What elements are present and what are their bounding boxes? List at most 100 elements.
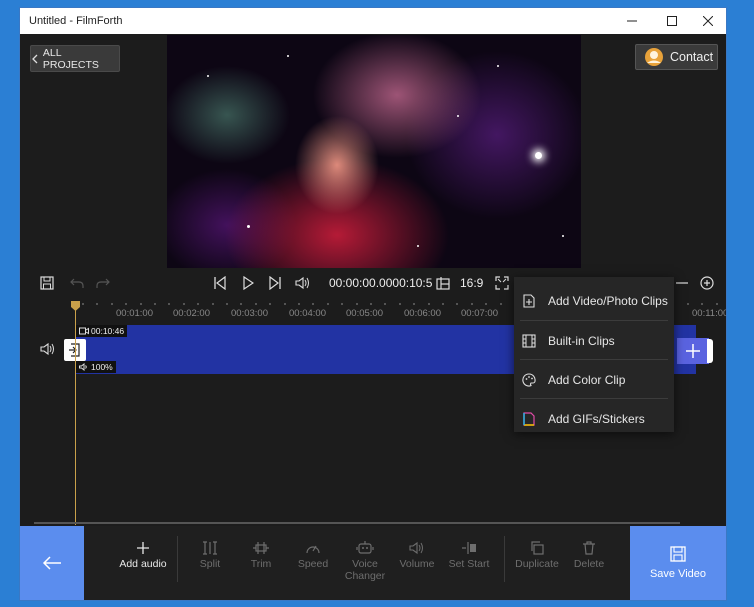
skip-forward-button[interactable] [265,274,285,292]
add-clip-button[interactable] [677,338,709,364]
speaker-icon [295,276,309,290]
delete-button[interactable]: Delete [562,538,616,570]
all-projects-label: ALL PROJECTS [42,46,99,71]
star [497,65,499,67]
zoom-in-icon [700,276,714,290]
ruler-dot [211,303,214,305]
set-start-button[interactable]: Set Start [442,538,496,570]
save-video-label: Save Video [649,568,707,580]
speaker-icon [40,342,54,356]
star [417,245,419,247]
playhead[interactable] [75,303,76,525]
ruler-dot [283,303,286,305]
redo-button[interactable] [93,274,113,292]
play-button[interactable] [238,274,258,292]
ruler-dot [427,303,430,305]
ruler-dot [96,303,99,305]
tick-label: 00:11:00 [692,308,727,319]
clip-duration: 00:10:46 [91,326,125,336]
ruler-dot [110,303,113,305]
menu-item-add-color-clip[interactable]: Add Color Clip [514,360,674,399]
menu-item-label: Built-in Clips [548,333,615,348]
speaker-icon [409,541,423,555]
app-window: Untitled - FilmForth ALL PROJECTS Contac… [19,7,727,601]
minus-icon [676,282,688,284]
undo-icon [70,278,84,288]
aspect-ratio-button[interactable] [433,274,453,292]
tool-label: Delete [573,558,605,570]
ruler-dot [326,303,329,305]
contact-button[interactable]: Contact [635,44,718,70]
tool-label: Split [199,558,221,570]
ruler-dot [240,303,243,305]
timeline-scrollbar[interactable] [34,522,680,524]
ruler-dot [154,303,156,305]
ruler-dot [269,303,272,305]
undo-button[interactable] [67,274,87,292]
menu-item-add-gifs-stickers[interactable]: Add GIFs/Stickers [514,399,674,438]
timecode: 00:00:00.0000:10:5 [329,276,433,290]
star [457,115,459,117]
back-button[interactable] [20,526,84,600]
skip-back-button[interactable] [210,274,230,292]
ruler-dot [485,303,488,305]
zoom-out-button[interactable] [672,274,692,292]
play-icon [243,276,254,290]
split-button[interactable]: Split [183,538,237,570]
arrow-left-icon [42,556,61,570]
ruler-dot [182,303,185,305]
all-projects-button[interactable]: ALL PROJECTS [30,45,120,72]
avatar-icon [645,48,663,66]
tick-label: 00:05:00 [346,308,383,319]
volume-tool-button[interactable]: Volume [390,538,444,570]
aspect-ratio-icon [436,277,450,290]
ruler-dot [298,303,300,305]
ruler-dot [470,303,473,305]
menu-item-add-video-photo[interactable]: Add Video/Photo Clips [514,281,674,320]
minimize-icon [627,20,637,22]
minimize-button[interactable] [612,8,652,34]
tick-label: 00:06:00 [404,308,441,319]
maximize-button[interactable] [652,8,692,34]
menu-item-label: Add Color Clip [548,372,626,387]
video-preview[interactable] [167,35,581,268]
title-bar: Untitled - FilmForth [20,8,726,34]
add-clip-button-edge [707,339,713,363]
set-start-icon [462,542,476,554]
ruler-dot [456,303,459,305]
window-title: Untitled - FilmForth [29,15,123,27]
tool-label: Trim [250,558,272,570]
speed-button[interactable]: Speed [286,538,340,570]
clip-volume-badge: 100% [76,361,116,373]
clip-volume: 100% [91,362,113,372]
film-strip-icon [522,333,536,348]
zoom-in-button[interactable] [697,274,717,292]
audio-track-toggle[interactable] [40,342,56,361]
ruler-dot [715,303,718,305]
ruler-dot [384,303,387,305]
add-audio-button[interactable]: Add audio [116,538,170,570]
trim-button[interactable]: Trim [234,538,288,570]
trash-icon [583,541,595,555]
star [207,75,209,77]
ruler-dot [370,303,372,305]
ruler-dot [686,303,689,305]
volume-button[interactable] [293,274,313,292]
star [562,235,564,237]
save-video-button[interactable]: Save Video [630,526,726,600]
floppy-icon [40,276,54,290]
menu-item-built-in-clips[interactable]: Built-in Clips [514,321,674,360]
speedometer-icon [306,545,320,554]
fullscreen-button[interactable] [492,274,512,292]
tool-label: Set Start [448,558,490,570]
duplicate-button[interactable]: Duplicate [510,538,564,570]
tick-label: 00:03:00 [231,308,268,319]
tick-label: 00:07:00 [461,308,498,319]
ruler-dot [499,303,502,305]
close-button[interactable] [688,8,726,34]
voice-changer-button[interactable]: Voice Changer [338,538,392,582]
skip-forward-icon [269,276,281,290]
ruler-dot [701,303,704,305]
aspect-ratio-label[interactable]: 16:9 [460,276,483,290]
save-project-button[interactable] [37,274,57,292]
